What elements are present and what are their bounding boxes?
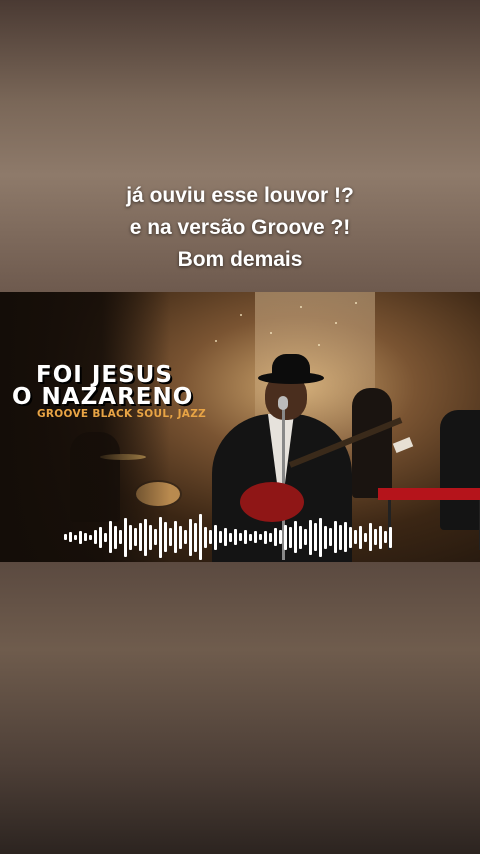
sparkle	[240, 314, 242, 316]
waveform-bar	[74, 534, 77, 540]
waveform-bar	[144, 518, 147, 556]
video-title-line-2: O NAZARENO	[12, 384, 194, 410]
bassist-figure	[352, 388, 392, 498]
waveform-bar	[109, 521, 112, 553]
waveform-bar	[224, 528, 227, 546]
waveform-bar	[139, 523, 142, 551]
waveform-bar	[199, 514, 202, 560]
waveform-bar	[304, 529, 307, 545]
caption-line-1: já ouviu esse louvor !?	[126, 184, 354, 207]
waveform-bar	[104, 532, 107, 542]
waveform-bar	[99, 526, 102, 548]
guitar-headstock	[392, 436, 414, 454]
waveform-bar	[324, 525, 327, 549]
waveform-bar	[264, 530, 267, 544]
waveform-bar	[124, 517, 127, 557]
waveform-bar	[289, 526, 292, 548]
waveform-bar	[249, 533, 252, 541]
video-caption: já ouviu esse louvor !? e na versão Groo…	[0, 180, 480, 276]
waveform-bar	[129, 524, 132, 550]
waveform-bar	[229, 532, 232, 542]
audio-waveform	[64, 512, 416, 562]
sparkle	[300, 306, 302, 308]
waveform-bar	[259, 534, 262, 540]
waveform-bar	[309, 519, 312, 555]
waveform-bar	[79, 530, 82, 544]
waveform-bar	[244, 530, 247, 544]
sparkle	[318, 344, 320, 346]
waveform-bar	[184, 530, 187, 544]
waveform-bar	[359, 525, 362, 549]
waveform-bar	[169, 528, 172, 546]
waveform-bar	[299, 525, 302, 549]
waveform-bar	[159, 516, 162, 558]
waveform-bar	[344, 522, 347, 552]
waveform-bar	[89, 534, 92, 540]
waveform-bar	[384, 531, 387, 543]
waveform-bar	[219, 531, 222, 543]
waveform-bar	[69, 532, 72, 542]
waveform-bar	[339, 524, 342, 550]
waveform-bar	[194, 522, 197, 552]
waveform-bar	[149, 524, 152, 550]
video-subtitle: GROOVE BLACK SOUL, JAZZ	[37, 408, 207, 420]
sparkle	[335, 322, 337, 324]
waveform-bar	[274, 528, 277, 546]
waveform-bar	[209, 530, 212, 544]
waveform-bar	[134, 528, 137, 546]
waveform-bar	[239, 533, 242, 541]
waveform-bar	[354, 530, 357, 544]
waveform-bar	[269, 532, 272, 542]
waveform-bar	[369, 523, 372, 551]
waveform-bar	[114, 525, 117, 549]
waveform-bar	[254, 531, 257, 543]
caption-line-2: e na versão Groove ?!	[129, 216, 351, 239]
waveform-bar	[154, 529, 157, 545]
hat-brim	[258, 372, 324, 384]
waveform-bar	[279, 530, 282, 544]
waveform-bar	[214, 524, 217, 550]
waveform-bar	[179, 525, 182, 549]
waveform-bar	[389, 526, 392, 548]
waveform-bar	[174, 521, 177, 553]
sparkle	[270, 332, 272, 334]
waveform-bar	[234, 529, 237, 545]
waveform-bar	[284, 524, 287, 550]
waveform-bar	[374, 529, 377, 545]
waveform-bar	[314, 523, 317, 551]
sparkle	[215, 340, 217, 342]
waveform-bar	[294, 521, 297, 553]
waveform-bar	[84, 533, 87, 541]
waveform-bar	[329, 528, 332, 546]
waveform-bar	[94, 530, 97, 544]
sparkle	[355, 302, 357, 304]
waveform-bar	[119, 530, 122, 544]
microphone-icon	[278, 396, 288, 410]
waveform-bar	[349, 526, 352, 548]
waveform-bar	[364, 532, 367, 542]
waveform-bar	[189, 518, 192, 556]
waveform-bar	[164, 522, 167, 552]
waveform-bar	[204, 526, 207, 548]
waveform-bar	[334, 521, 337, 553]
keyboard	[378, 488, 480, 500]
waveform-bar	[319, 517, 322, 557]
waveform-bar	[379, 525, 382, 549]
caption-line-3: Bom demais	[177, 248, 303, 271]
background-blur-bottom	[0, 562, 480, 854]
video-player[interactable]: FOI JESUS O NAZARENO GROOVE BLACK SOUL, …	[0, 292, 480, 562]
waveform-bar	[64, 534, 67, 540]
